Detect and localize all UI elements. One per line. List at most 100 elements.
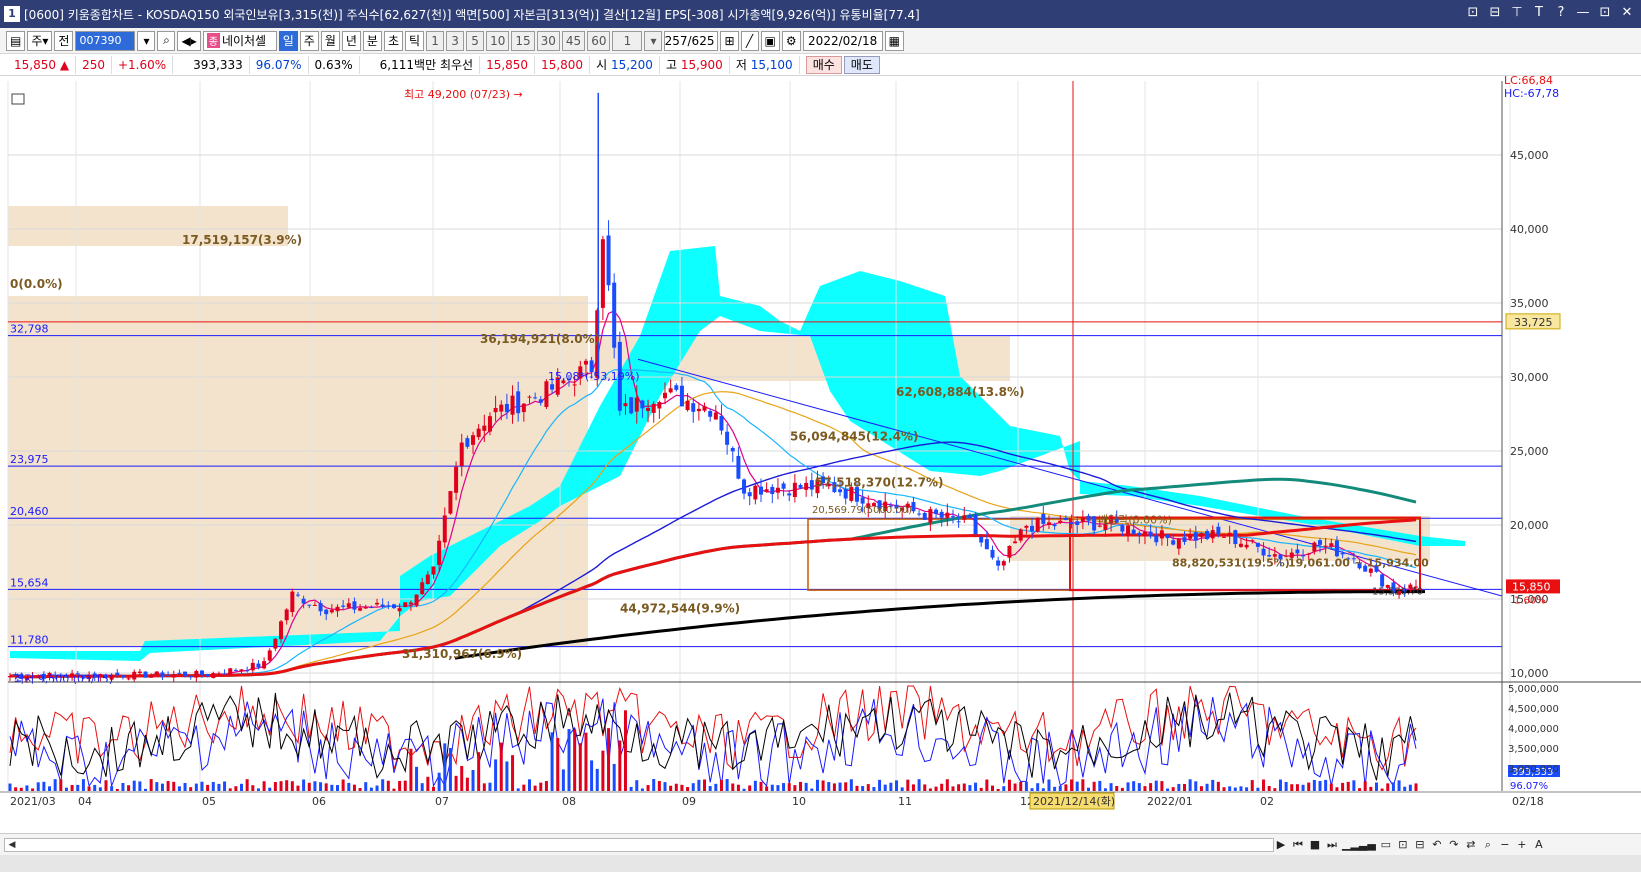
candle-body [950,516,955,518]
split-icon[interactable]: ⊟ [1413,837,1427,853]
volume-bar [251,785,255,791]
zoom-out-icon[interactable]: − [1498,837,1512,853]
volume-bar [516,788,520,791]
candle-body [1137,532,1142,536]
best-ask: 15,850 [480,55,536,74]
minute-10[interactable]: 10 [486,30,510,51]
window-title: [0600] 키움종합차트 - KOSDAQ150 외국인보유[3,315(천)… [24,7,920,22]
compare-icon[interactable]: ⇄ [1464,837,1478,853]
volume-bar [793,785,797,791]
candle-body [307,604,312,606]
window-number: 1 [4,6,20,22]
scroll-right-icon[interactable]: ▶ [1274,837,1288,853]
text-icon[interactable]: A [1532,837,1546,853]
minute-60[interactable]: 60 [587,30,611,51]
stock-name-field[interactable]: 종 네이처셀 [202,30,277,51]
status-bar [0,855,1641,872]
minimize-icon[interactable]: — [1575,5,1591,20]
support-line-label: 11,780 [10,634,49,647]
prev-button[interactable]: 전 [54,30,74,51]
x-tick-label: 02/18 [1512,795,1544,808]
trendline-icon[interactable]: ╱ [740,30,759,51]
minute-5[interactable]: 5 [466,30,485,51]
candle-body [222,673,227,675]
period-type-select[interactable]: 주 ▾ [27,30,53,51]
minute-30[interactable]: 30 [536,30,560,51]
x-tick-label: 02 [1260,795,1274,808]
close-icon[interactable]: ✕ [1619,5,1635,20]
x-tick-label: 2021/03 [10,795,56,808]
candle-body [233,669,238,671]
volume-bar [765,786,769,791]
volume-bar [979,787,983,791]
tab-week[interactable]: 주 [299,30,319,51]
lock-icon[interactable]: ⊡ [1396,837,1410,853]
candle-body [160,672,165,678]
minute-15[interactable]: 15 [511,30,535,51]
minute-3[interactable]: 3 [446,30,465,51]
font-icon[interactable]: T [1531,5,1547,20]
candle-body [1052,524,1057,527]
volume-bar [776,785,780,791]
sell-button[interactable]: 매도 [843,55,880,74]
zoom-slider[interactable]: ▁▂▃▄ [1342,837,1376,853]
tab-month[interactable]: 월 [320,30,340,51]
tab-second[interactable]: 초 [383,30,404,51]
indicator-icon[interactable]: ⊞ [720,30,739,51]
search-icon[interactable]: ⌕ [157,30,176,51]
pin-icon[interactable]: ⊤ [1509,5,1525,20]
tab-minute[interactable]: 분 [362,30,382,51]
calendar-icon[interactable]: ▦ [884,30,904,51]
volume-bar [194,783,198,791]
candle-body [606,235,611,286]
tab-day[interactable]: 일 [278,30,298,51]
volume-bar [1307,782,1311,791]
stock-code-input[interactable]: 007390 [75,30,136,51]
interval-input[interactable]: 1 [612,30,643,51]
data-count-field[interactable]: 257/625 [664,30,719,51]
maximize-icon[interactable]: ⊡ [1597,5,1613,20]
help-icon[interactable]: ? [1553,5,1569,20]
buy-button[interactable]: 매수 [805,55,842,74]
scroll-left-icon[interactable]: ◀ [5,838,19,852]
first-icon[interactable]: ⏮ [1291,837,1305,853]
layout-icon[interactable]: ▤ [6,30,26,51]
restore-icon[interactable]: ⊡ [1465,5,1481,20]
window-icon[interactable]: ▭ [1379,837,1393,853]
volume-bar [183,782,187,791]
chevron-down-icon[interactable]: ▾ [137,30,156,51]
date-input[interactable]: 2022/02/18 [802,30,883,51]
candle-body [956,521,961,523]
candle-body [1340,553,1345,555]
horizontal-scrollbar[interactable]: ◀ [4,838,1274,852]
chart-area[interactable]: 32,798 23,975 20,460 15,654 11,780 최고 49,200… [0,74,1641,833]
candle-body [1193,532,1198,541]
stock-badge: 종 [206,33,220,48]
price-chart[interactable]: 32,798 23,975 20,460 15,654 11,780 최고 49,200… [0,74,1641,833]
candle-body [860,497,865,504]
volume-bar [697,779,701,791]
zoom-icon[interactable]: ⌕ [1481,837,1495,853]
candle-body [787,493,792,496]
gear-icon[interactable]: ⚙ [781,30,801,51]
candle-body [1142,532,1147,537]
interval-spin-icon[interactable]: ▾ [644,30,663,51]
tab-tick[interactable]: 틱 [405,30,425,51]
last-icon[interactable]: ⏭ [1325,837,1339,853]
stop-icon[interactable]: ■ [1308,837,1322,853]
minute-45[interactable]: 45 [561,30,586,51]
undo-icon[interactable]: ↶ [1430,837,1444,853]
tab-year[interactable]: 년 [341,30,361,51]
zoom-in-icon[interactable]: + [1515,837,1529,853]
volume-bar [635,780,639,791]
minute-1[interactable]: 1 [426,30,445,51]
candle-body [1013,541,1018,544]
speaker-icon[interactable]: ◀▸ [177,30,201,51]
tile-icon[interactable]: ⊟ [1487,5,1503,20]
volume-bar [1256,787,1260,791]
redo-icon[interactable]: ↷ [1447,837,1461,853]
volume-bar [844,782,848,791]
save-icon[interactable]: ▣ [760,30,780,51]
candle-body [679,385,684,407]
volume-bar [127,785,131,791]
